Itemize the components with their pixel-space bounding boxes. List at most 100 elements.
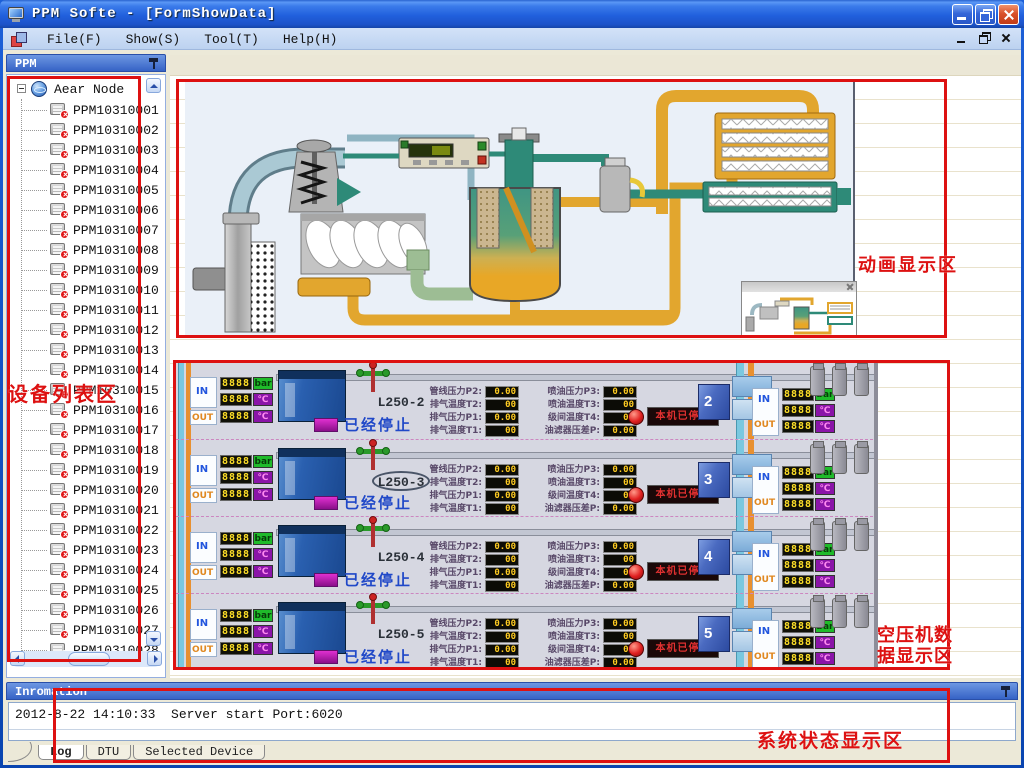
pin-icon[interactable] — [1000, 685, 1011, 698]
scroll-down-button[interactable] — [146, 631, 161, 646]
tree-item-PPM10310020[interactable]: PPM10310020 — [7, 480, 165, 500]
tree-item-PPM10310011[interactable]: PPM10310011 — [7, 300, 165, 320]
tree-item-PPM10310014[interactable]: PPM10310014 — [7, 360, 165, 380]
tree-item-PPM10310006[interactable]: PPM10310006 — [7, 200, 165, 220]
device-tree-panel: Aear Node PPM10310001 PPM10310002 PPM10310… — [6, 74, 166, 678]
filter-canister-icon — [832, 444, 847, 474]
offline-x-icon — [60, 490, 69, 499]
tree-connector — [21, 290, 47, 291]
status-led — [314, 650, 338, 664]
field-label: 级间温度T4: — [532, 644, 600, 656]
tree-connector — [21, 210, 47, 211]
tab-selected-device[interactable]: Selected Device — [133, 745, 265, 760]
tree-item-PPM10310002[interactable]: PPM10310002 — [7, 120, 165, 140]
pipe-valve-icon — [358, 517, 388, 549]
thumbnail-title-bar[interactable] — [742, 282, 856, 292]
tree-item-PPM10310024[interactable]: PPM10310024 — [7, 560, 165, 580]
compressor-animation-canvas — [185, 82, 855, 338]
scroll-right-button[interactable] — [147, 651, 162, 666]
tree-item-label: PPM10310003 — [73, 143, 159, 158]
tree-item-label: PPM10310016 — [73, 403, 159, 418]
tree-item-PPM10310025[interactable]: PPM10310025 — [7, 580, 165, 600]
tree-item-PPM10310026[interactable]: PPM10310026 — [7, 600, 165, 620]
menu-item-toolt[interactable]: Tool(T) — [192, 30, 271, 49]
field-label: 级间温度T4: — [532, 567, 600, 579]
tree-item-PPM10310016[interactable]: PPM10310016 — [7, 400, 165, 420]
field-value: 0.00 — [485, 541, 519, 553]
thumbnail-mini-diagram — [742, 293, 856, 338]
field-label: 管线压力P2: — [420, 386, 482, 398]
tree-item-PPM10310009[interactable]: PPM10310009 — [7, 260, 165, 280]
mdi-minimize-button[interactable] — [955, 31, 969, 45]
pin-icon[interactable] — [148, 57, 159, 70]
mdi-restore-button[interactable] — [977, 31, 991, 45]
tree-root-node[interactable]: Aear Node — [7, 80, 165, 100]
field-label: 排气压力P1: — [420, 644, 482, 656]
field-label: 喷油温度T3: — [532, 554, 600, 566]
led-display: 8888 — [220, 471, 252, 484]
led-display: 8888 — [220, 642, 252, 655]
offline-x-icon — [60, 510, 69, 519]
tree-item-PPM10310022[interactable]: PPM10310022 — [7, 520, 165, 540]
menu-item-filef[interactable]: File(F) — [35, 30, 114, 49]
field-value: 0.00 — [603, 657, 637, 669]
menu-item-helph[interactable]: Help(H) — [271, 30, 350, 49]
led-display: 8888 — [782, 559, 814, 572]
tab-log[interactable]: Log — [38, 745, 84, 760]
tree-item-PPM10310004[interactable]: PPM10310004 — [7, 160, 165, 180]
collapse-icon[interactable] — [17, 84, 26, 93]
device-node-icon — [50, 323, 67, 337]
led-display: 8888 — [782, 636, 814, 649]
tree-item-PPM10310015[interactable]: PPM10310015 — [7, 380, 165, 400]
offline-x-icon — [60, 590, 69, 599]
device-panel-title: PPM — [15, 57, 37, 71]
app-icon — [8, 7, 26, 22]
alarm-lamp-icon — [628, 409, 644, 425]
scroll-up-button[interactable] — [146, 78, 161, 93]
tree-item-PPM10310023[interactable]: PPM10310023 — [7, 540, 165, 560]
scroll-left-button[interactable] — [10, 651, 25, 666]
tree-item-PPM10310007[interactable]: PPM10310007 — [7, 220, 165, 240]
app-window: PPM Softe - [FormShowData] File(F)Show(S… — [0, 0, 1024, 768]
tree-item-PPM10310010[interactable]: PPM10310010 — [7, 280, 165, 300]
tree-item-PPM10310018[interactable]: PPM10310018 — [7, 440, 165, 460]
restore-button[interactable] — [975, 4, 996, 25]
tree-item-PPM10310013[interactable]: PPM10310013 — [7, 340, 165, 360]
menu-item-shows[interactable]: Show(S) — [114, 30, 193, 49]
out-label: OUT — [754, 652, 775, 662]
unit-number-cube: 2 — [698, 384, 730, 420]
tree-item-PPM10310001[interactable]: PPM10310001 — [7, 100, 165, 120]
minimize-button[interactable] — [952, 4, 973, 25]
tree-connector — [21, 370, 47, 371]
temperature-unit-badge: ℃ — [253, 625, 273, 638]
tree-item-PPM10310012[interactable]: PPM10310012 — [7, 320, 165, 340]
pressure-unit-badge: bar — [253, 455, 273, 468]
mdi-close-button[interactable] — [999, 31, 1013, 45]
offline-x-icon — [60, 350, 69, 359]
scrollbar-thumb[interactable] — [68, 652, 110, 666]
status-text: 已经停止 — [344, 492, 412, 513]
field-label: 油滤器压差P: — [532, 580, 600, 592]
led-display: 8888 — [220, 393, 252, 406]
horizontal-scrollbar[interactable] — [10, 651, 162, 667]
tab-dtu[interactable]: DTU — [86, 745, 132, 760]
led-display: 8888 — [782, 420, 814, 433]
tree-item-label: PPM10310004 — [73, 163, 159, 178]
offline-x-icon — [60, 330, 69, 339]
tree-item-PPM10310019[interactable]: PPM10310019 — [7, 460, 165, 480]
field-value: 0.00 — [603, 464, 637, 476]
tree-item-PPM10310017[interactable]: PPM10310017 — [7, 420, 165, 440]
close-button[interactable] — [998, 4, 1019, 25]
tree-item-PPM10310027[interactable]: PPM10310027 — [7, 620, 165, 640]
animation-thumbnail-window[interactable] — [741, 281, 857, 338]
offline-x-icon — [60, 390, 69, 399]
tree-item-PPM10310005[interactable]: PPM10310005 — [7, 180, 165, 200]
led-display: 8888 — [220, 488, 252, 501]
device-node-icon — [50, 243, 67, 257]
tree-item-PPM10310021[interactable]: PPM10310021 — [7, 500, 165, 520]
tree-item-PPM10310003[interactable]: PPM10310003 — [7, 140, 165, 160]
tree-item-PPM10310008[interactable]: PPM10310008 — [7, 240, 165, 260]
tree-item-label: PPM10310002 — [73, 123, 159, 138]
unit-number-cube: 4 — [698, 539, 730, 575]
thumbnail-close-icon[interactable] — [846, 282, 855, 291]
